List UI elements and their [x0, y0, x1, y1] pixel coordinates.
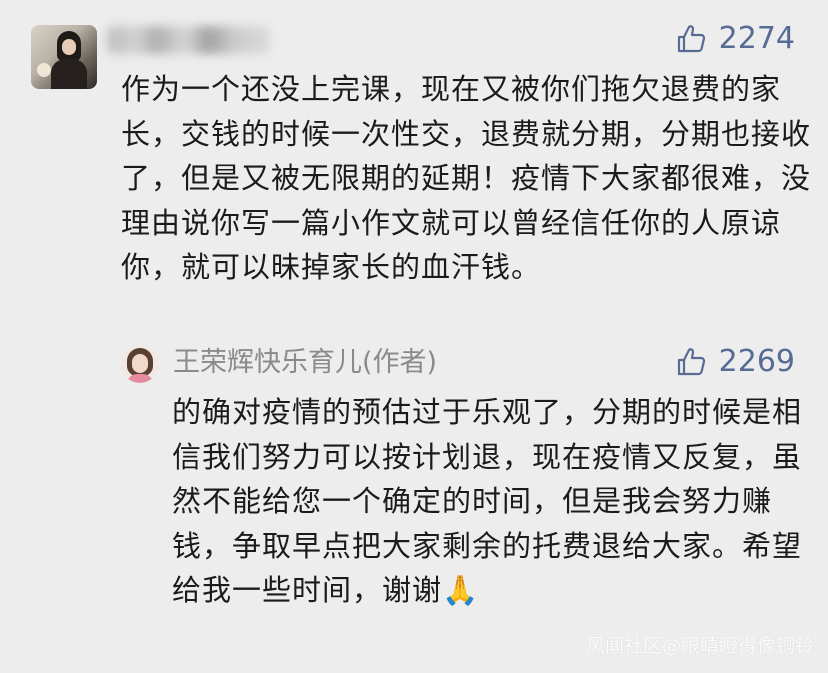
comment-text: 作为一个还没上完课，现在又被你们拖欠退费的家长，交钱的时候一次性交，退费就分期，… [121, 72, 812, 284]
reply-like-count: 2269 [718, 344, 795, 379]
reply-author-name[interactable]: 王荣辉快乐育儿(作者) [173, 346, 437, 380]
reply-text: 的确对疫情的预估过于乐观了，分期的时候是相信我们努力可以按计划退，现在疫情又反复… [172, 395, 803, 607]
comment-like-count: 2274 [718, 21, 795, 56]
reply-like-button[interactable]: 2269 [675, 346, 795, 378]
comment-like-button[interactable]: 2274 [675, 23, 795, 55]
thumbs-up-icon [677, 25, 705, 53]
watermark: 风闻社区@眼睛瞪得像铜铃 [585, 635, 814, 657]
thumbs-up-icon [677, 348, 705, 376]
author-avatar[interactable] [121, 345, 159, 383]
commenter-avatar[interactable] [31, 25, 97, 89]
commenter-name-blurred [107, 26, 270, 54]
